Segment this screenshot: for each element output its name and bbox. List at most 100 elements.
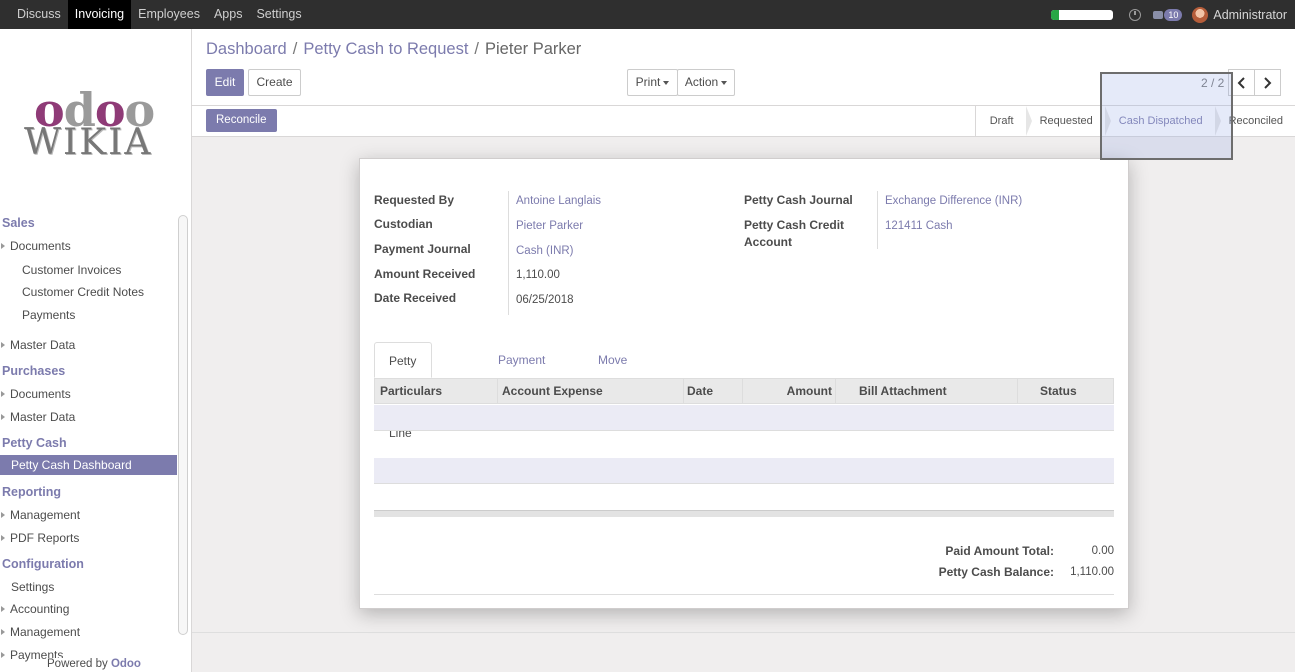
table-footer <box>374 510 1114 517</box>
chevron-left-icon <box>1237 77 1245 89</box>
edit-button[interactable]: Edit <box>206 69 244 96</box>
payment-journal-value[interactable]: Cash (INR) <box>516 245 574 257</box>
odoo-wikia-logo: odoo WIKIA <box>24 83 155 163</box>
create-button[interactable]: Create <box>248 69 301 96</box>
chevron-right-icon <box>1264 77 1272 89</box>
sidebar-item-config-management[interactable]: Management <box>0 625 80 639</box>
avatar[interactable] <box>1192 6 1209 23</box>
stage-reconciled[interactable]: Reconciled <box>1215 106 1295 136</box>
sidebar-item-pdf-reports[interactable]: PDF Reports <box>0 531 79 545</box>
label-amount-received: Amount Received <box>374 267 476 281</box>
app-menu: Discuss Invoicing Employees Apps Setting… <box>10 0 309 29</box>
breadcrumb: Dashboard / Petty Cash to Request / Piet… <box>206 40 582 59</box>
sidebar-item-purchase-master-data[interactable]: Master Data <box>0 410 75 424</box>
col-account-expense[interactable]: Account Expense <box>498 379 684 404</box>
col-status[interactable]: Status <box>1018 379 1114 404</box>
menu-employees[interactable]: Employees <box>131 0 207 29</box>
tab-move-line[interactable]: Move Line <box>584 342 641 403</box>
section-purchases: Purchases <box>2 364 66 378</box>
top-navbar: Discuss Invoicing Employees Apps Setting… <box>0 0 1295 29</box>
label-payment-journal: Payment Journal <box>374 242 471 256</box>
stage-requested[interactable]: Requested <box>1026 106 1112 136</box>
sidebar-item-customer-invoices[interactable]: Customer Invoices <box>22 263 121 277</box>
odoo-brand-link[interactable]: Odoo <box>111 658 141 670</box>
sidebar-item-payments[interactable]: Payments <box>22 308 75 322</box>
col-amount[interactable]: Amount <box>743 379 836 404</box>
col-date[interactable]: Date <box>684 379 743 404</box>
menu-settings[interactable]: Settings <box>249 0 308 29</box>
breadcrumb-petty-cash-to-request[interactable]: Petty Cash to Request <box>303 40 468 59</box>
tab-payment-line[interactable]: Payment Line <box>484 342 559 403</box>
custodian-value[interactable]: Pieter Parker <box>516 220 583 232</box>
status-stages: Draft Requested Cash Dispatched Reconcil… <box>974 106 1295 136</box>
table-row <box>374 484 1114 510</box>
amount-received-value: 1,110.00 <box>516 269 560 281</box>
col-bill-attachment[interactable]: Bill Attachment <box>836 379 1018 404</box>
activity-clock-icon[interactable] <box>1129 8 1142 21</box>
petty-cash-balance-label: Petty Cash Balance: <box>938 565 1054 579</box>
label-date-received: Date Received <box>374 291 457 305</box>
sidebar-item-accounting[interactable]: Accounting <box>0 602 69 616</box>
form-statusbar: Reconcile Draft Requested Cash Dispatche… <box>192 106 1295 137</box>
action-dropdown[interactable]: Action <box>677 69 735 96</box>
table-header: Particulars Account Expense Date Amount … <box>374 378 1114 404</box>
user-menu[interactable]: Administrator <box>1213 8 1287 22</box>
pager-previous-button[interactable] <box>1228 69 1255 96</box>
menu-invoicing[interactable]: Invoicing <box>67 0 132 29</box>
label-credit-account: Petty Cash Credit Account <box>744 218 845 249</box>
messaging-button[interactable]: 10 <box>1153 8 1183 21</box>
pager-next-button[interactable] <box>1254 69 1281 96</box>
table-row <box>374 405 1114 431</box>
menu-apps[interactable]: Apps <box>207 0 250 29</box>
field-divider <box>877 191 878 249</box>
petty-cash-balance-value: 1,110.00 <box>1070 566 1114 578</box>
stage-draft[interactable]: Draft <box>976 106 1032 136</box>
petty-cash-journal-value[interactable]: Exchange Difference (INR) <box>885 195 1022 207</box>
caret-down-icon <box>663 80 670 85</box>
stage-cash-dispatched[interactable]: Cash Dispatched <box>1105 106 1221 136</box>
pager-value[interactable]: 2 / 2 <box>1201 76 1224 90</box>
sidebar-item-customer-credit-notes[interactable]: Customer Credit Notes <box>22 285 144 299</box>
breadcrumb-current: Pieter Parker <box>485 40 582 58</box>
sidebar-item-sales-documents[interactable]: Documents <box>1 239 71 253</box>
onboarding-progress-bar[interactable] <box>1051 9 1114 20</box>
sidebar-item-settings[interactable]: Settings <box>11 580 54 594</box>
reconcile-button[interactable]: Reconcile <box>206 109 277 132</box>
form-sheet: Requested By Custodian Payment Journal A… <box>359 158 1129 609</box>
table-row <box>374 458 1114 484</box>
col-particulars[interactable]: Particulars <box>380 379 498 404</box>
date-received-value: 06/25/2018 <box>516 294 574 306</box>
label-custodian: Custodian <box>374 217 433 231</box>
tab-petty-cash-line[interactable]: Petty Cash Line <box>374 342 433 440</box>
field-divider <box>508 191 509 315</box>
section-reporting: Reporting <box>2 485 62 499</box>
sidebar-item-management[interactable]: Management <box>0 508 80 522</box>
sidebar-item-petty-cash-dashboard[interactable]: Petty Cash Dashboard <box>0 455 177 475</box>
sidebar: odoo WIKIA Sales Documents Customer Invo… <box>0 29 192 672</box>
breadcrumb-dashboard[interactable]: Dashboard <box>206 40 287 59</box>
table-row <box>374 431 1114 457</box>
divider <box>192 632 1295 633</box>
paid-amount-total-value: 0.00 <box>1091 545 1114 557</box>
progress-fill <box>1051 9 1059 20</box>
paid-amount-total-label: Paid Amount Total: <box>945 544 1054 558</box>
divider <box>374 594 1114 595</box>
label-petty-cash-journal: Petty Cash Journal <box>744 193 853 207</box>
systray: 10 Administrator <box>1051 0 1287 29</box>
section-configuration: Configuration <box>2 557 84 571</box>
label-requested-by: Requested By <box>374 193 455 207</box>
credit-account-value[interactable]: 121411 Cash <box>885 220 953 232</box>
menu-discuss[interactable]: Discuss <box>10 0 68 29</box>
chat-icon <box>1153 10 1164 19</box>
requested-by-value[interactable]: Antoine Langlais <box>516 195 601 207</box>
sidebar-item-purchase-documents[interactable]: Documents <box>1 387 71 401</box>
sidebar-scrollbar[interactable] <box>178 215 188 635</box>
sidebar-item-sales-master-data[interactable]: Master Data <box>0 338 75 352</box>
powered-by: Powered by Odoo <box>47 658 141 670</box>
section-sales: Sales <box>2 216 35 230</box>
control-panel: Dashboard / Petty Cash to Request / Piet… <box>192 29 1295 106</box>
print-dropdown[interactable]: Print <box>627 69 678 96</box>
chat-count-badge: 10 <box>1164 8 1183 21</box>
caret-down-icon <box>721 80 728 85</box>
section-petty-cash: Petty Cash <box>2 436 67 450</box>
